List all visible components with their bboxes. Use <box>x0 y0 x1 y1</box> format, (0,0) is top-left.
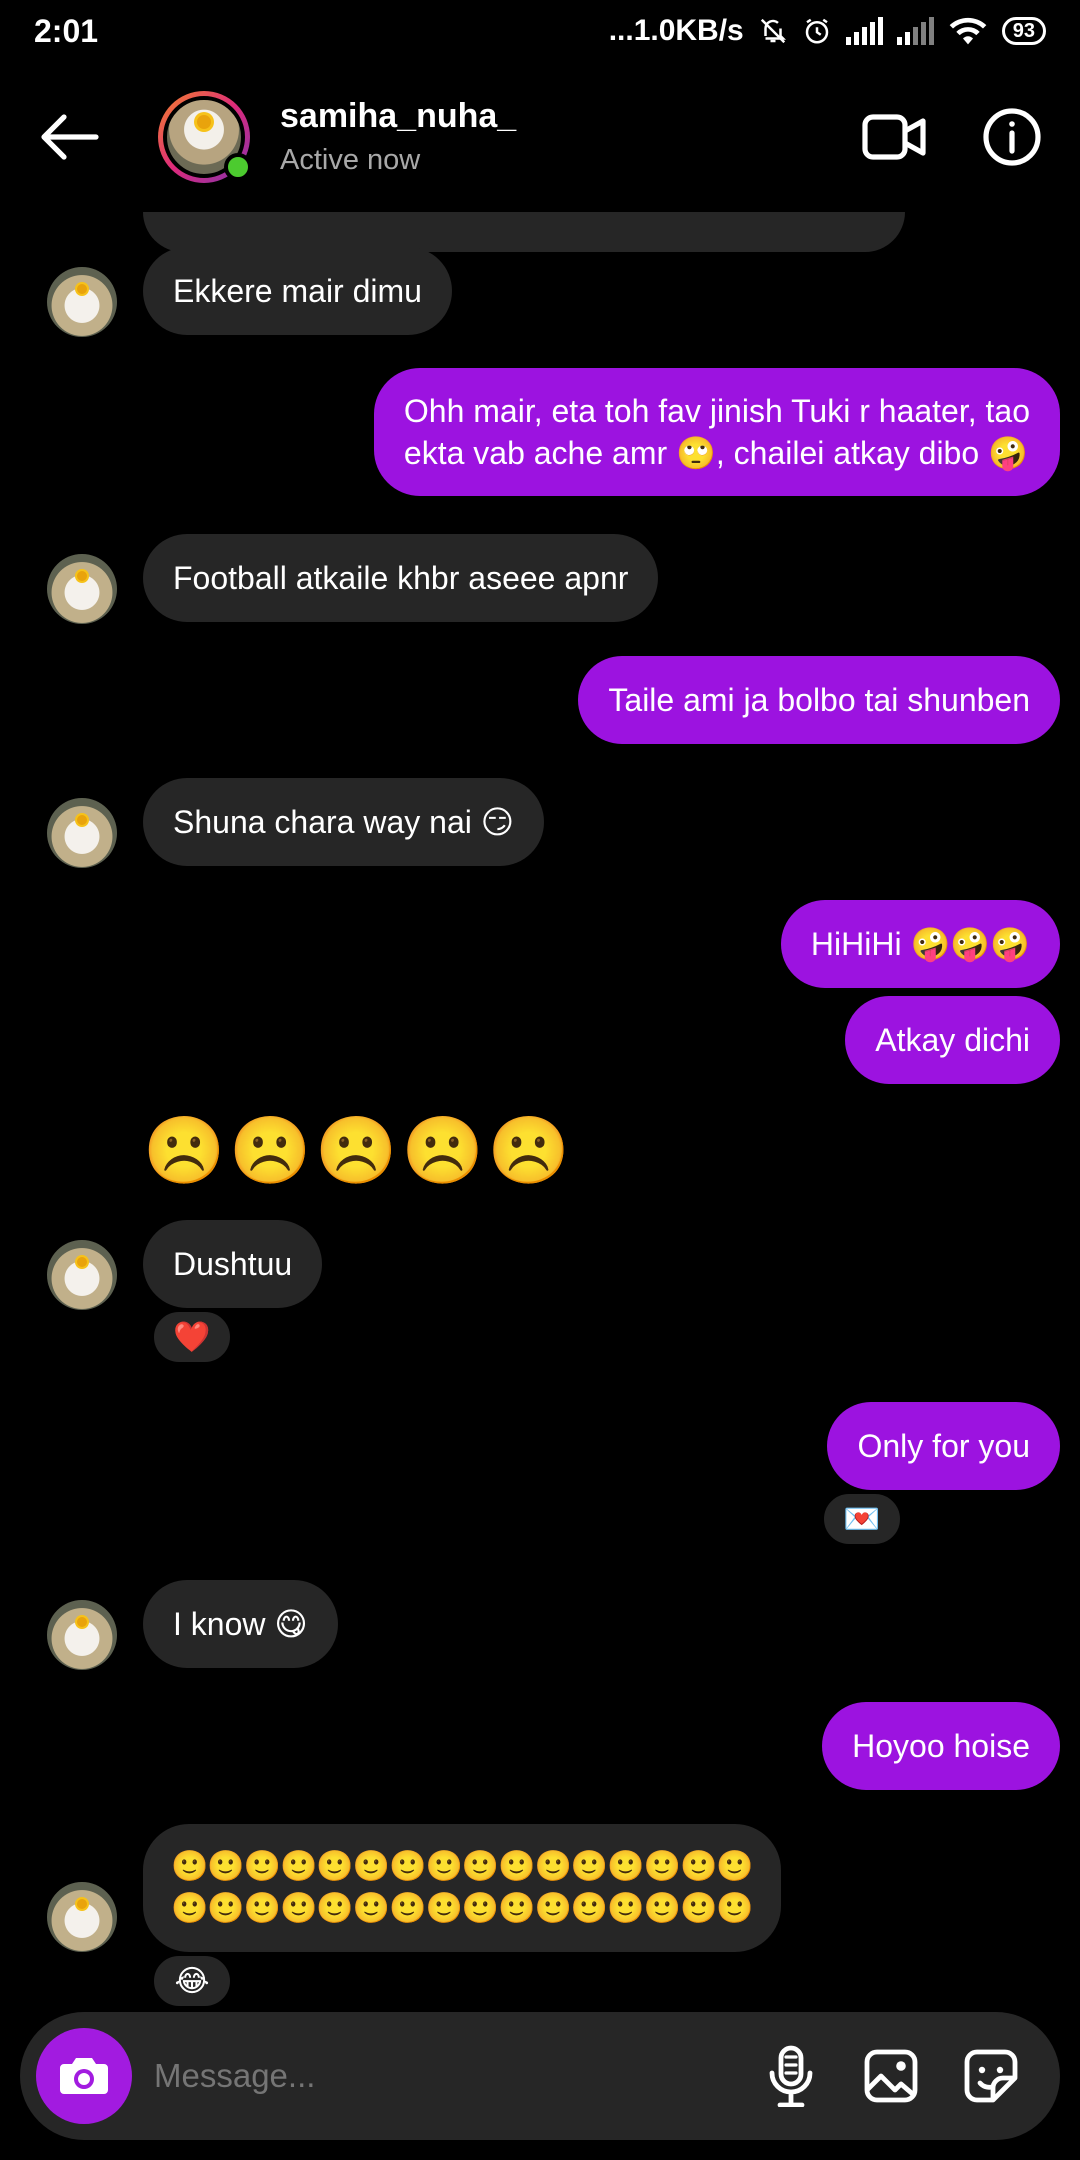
gallery-icon <box>864 2049 918 2103</box>
message-list[interactable]: Ekkere mair dimu Ohh mair, eta toh fav j… <box>0 212 1080 2012</box>
video-call-button[interactable] <box>844 87 944 187</box>
message-text: Dushtuu <box>143 1220 323 1308</box>
message-input[interactable] <box>154 2057 748 2095</box>
message-text: Atkay dichi <box>845 996 1060 1084</box>
reaction-heart[interactable]: ❤️ <box>150 1308 234 1366</box>
sender-avatar[interactable] <box>47 798 117 868</box>
message-text-line-2: ekta vab ache amr 🙄, chailei atkay dibo … <box>403 435 1028 471</box>
message-incoming[interactable]: Dushtuu <box>143 1220 323 1308</box>
emoji-message[interactable]: ☹️☹️☹️☹️☹️ <box>143 1112 574 1190</box>
gallery-button[interactable] <box>848 2033 934 2119</box>
arrow-left-icon <box>41 114 99 160</box>
message-text: Football atkaile khbr aseee apnr <box>143 534 659 622</box>
message-text: I know 😋 <box>143 1580 338 1668</box>
message-text: Hoyoo hoise <box>822 1702 1060 1790</box>
alarm-icon <box>805 18 828 44</box>
info-icon <box>983 108 1041 166</box>
online-indicator <box>224 153 252 181</box>
message-text-line-2: 🙂🙂🙂🙂🙂🙂🙂🙂🙂🙂🙂🙂🙂🙂🙂🙂 <box>171 1892 754 1925</box>
voice-message-button[interactable] <box>748 2033 834 2119</box>
reaction-love-letter[interactable]: 💌 <box>820 1490 904 1548</box>
sender-avatar[interactable] <box>47 1240 117 1310</box>
active-status: Active now <box>280 144 421 176</box>
message-incoming[interactable]: Football atkaile khbr aseee apnr <box>143 534 659 622</box>
message-outgoing[interactable]: Hoyoo hoise <box>822 1702 1060 1790</box>
message-incoming[interactable]: Ekkere mair dimu <box>143 247 452 335</box>
message-composer <box>20 2012 1060 2140</box>
clock: 2:01 <box>34 12 99 49</box>
message-text: Shuna chara way nai 😏 <box>143 778 545 866</box>
message-outgoing[interactable]: Atkay dichi <box>845 996 1060 1084</box>
contact-username: samiha_nuha_ <box>280 97 517 135</box>
signal-icon <box>845 17 883 45</box>
info-button[interactable] <box>962 87 1062 187</box>
video-call-icon <box>862 114 926 160</box>
message-text-line-1: Ohh mair, eta toh fav jinish Tuki r haat… <box>403 393 1030 429</box>
battery-icon: 93 <box>1001 17 1046 45</box>
message-outgoing[interactable]: Taile ami ja bolbo tai shunben <box>578 656 1060 744</box>
message-text: Ekkere mair dimu <box>143 247 452 335</box>
sender-avatar[interactable] <box>47 1600 117 1670</box>
status-bar: 2:01 ...1.0KB/s 93 <box>0 0 1080 62</box>
back-button[interactable] <box>0 62 140 212</box>
chat-header: samiha_nuha_ Active now <box>0 62 1080 212</box>
sender-avatar[interactable] <box>47 1882 117 1952</box>
network-speed: ...1.0KB/s <box>608 14 744 47</box>
sticker-button[interactable] <box>948 2033 1034 2119</box>
message-text: Taile ami ja bolbo tai shunben <box>578 656 1060 744</box>
message-partial <box>143 212 905 252</box>
message-outgoing[interactable]: Only for you <box>827 1402 1060 1490</box>
sender-avatar[interactable] <box>47 267 117 337</box>
message-outgoing[interactable]: HiHiHi 🤪🤪🤪 <box>780 900 1060 988</box>
profile-avatar[interactable] <box>158 91 252 183</box>
mute-icon <box>760 18 786 44</box>
message-text-line-1: 🙂🙂🙂🙂🙂🙂🙂🙂🙂🙂🙂🙂🙂🙂🙂🙂 <box>171 1850 754 1883</box>
signal-2-icon <box>896 17 934 45</box>
message-text: Only for you <box>827 1402 1060 1490</box>
camera-button[interactable] <box>36 2028 132 2124</box>
message-text: HiHiHi 🤪🤪🤪 <box>780 900 1060 988</box>
sunflower-decoration <box>197 114 211 129</box>
wifi-icon <box>949 17 987 45</box>
message-incoming[interactable]: 🙂🙂🙂🙂🙂🙂🙂🙂🙂🙂🙂🙂🙂🙂🙂🙂 🙂🙂🙂🙂🙂🙂🙂🙂🙂🙂🙂🙂🙂🙂🙂🙂 <box>143 1824 781 1952</box>
message-outgoing[interactable]: Ohh mair, eta toh fav jinish Tuki r haat… <box>373 368 1060 496</box>
contact-info[interactable]: samiha_nuha_ Active now <box>280 97 844 177</box>
sticker-icon <box>964 2049 1018 2103</box>
sender-avatar[interactable] <box>47 554 117 624</box>
reaction-laughing[interactable]: 😂 <box>150 1952 234 2010</box>
status-icons: ...1.0KB/s 93 <box>609 14 1046 48</box>
microphone-icon <box>769 2045 813 2107</box>
camera-icon <box>60 2058 108 2094</box>
message-incoming[interactable]: Shuna chara way nai 😏 <box>143 778 545 866</box>
message-incoming[interactable]: I know 😋 <box>143 1580 338 1668</box>
